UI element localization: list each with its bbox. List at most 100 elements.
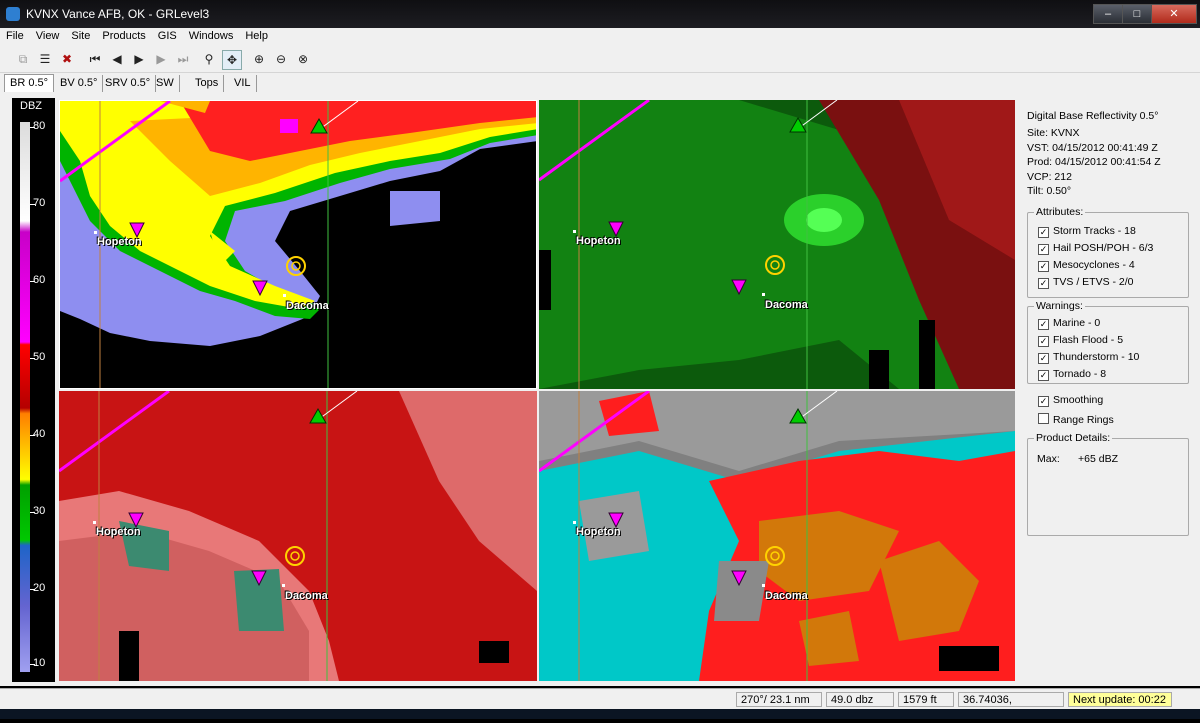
- zoom-in-icon[interactable]: ⊕: [250, 50, 268, 68]
- checkbox-checked-icon[interactable]: ✓: [1038, 227, 1049, 238]
- tilt-info: Tilt: 0.50°: [1027, 185, 1072, 197]
- product-details-title: Product Details:: [1034, 432, 1113, 444]
- status-dbz: 49.0 dbz: [826, 692, 894, 707]
- zoom-icon[interactable]: ⚲: [200, 50, 218, 68]
- warnings-group: Warnings: ✓ Marine - 0 ✓ Flash Flood - 5 ✓…: [1027, 300, 1189, 384]
- first-frame-icon[interactable]: ⏮: [86, 50, 104, 68]
- last-frame-icon[interactable]: ⏭: [174, 50, 192, 68]
- radar-panel-velocity[interactable]: Hopeton Dacoma: [539, 100, 1015, 389]
- city-label: Dacoma: [765, 590, 808, 602]
- attributes-group: Attributes: ✓ Storm Tracks - 18 ✓ Hail POS…: [1027, 206, 1189, 298]
- info-sidebar: Digital Base Reflectivity 0.5° Site: KVN…: [1020, 100, 1190, 680]
- menu-products[interactable]: Products: [96, 28, 151, 44]
- menu-bar: File View Site Products GIS Windows Help: [0, 28, 1200, 46]
- toolbar: ⧉ ☰ ✖ ⏮ ◀ ▶ ▶ ⏭ ⚲ ✥ ⊕ ⊖ ⊗: [0, 46, 1200, 73]
- product-name: Digital Base Reflectivity 0.5°: [1027, 110, 1159, 122]
- attributes-title: Attributes:: [1034, 206, 1086, 218]
- attr-hail[interactable]: ✓ Hail POSH/POH - 6/3: [1038, 242, 1153, 255]
- tab-br[interactable]: BR 0.5°: [4, 74, 55, 92]
- window-title: KVNX Vance AFB, OK - GRLevel3: [26, 7, 210, 21]
- warnings-title: Warnings:: [1034, 300, 1085, 312]
- radar-panel-srv[interactable]: Hopeton Dacoma: [59, 391, 537, 681]
- tab-vil[interactable]: VIL: [229, 75, 257, 92]
- vst-info: VST: 04/15/2012 00:41:49 Z: [1027, 142, 1158, 154]
- checkbox-checked-icon[interactable]: ✓: [1038, 396, 1049, 407]
- play-icon[interactable]: ▶: [130, 50, 148, 68]
- radar-panel-reflectivity[interactable]: Hopeton Dacoma: [59, 100, 537, 389]
- range-rings-checkbox[interactable]: Range Rings: [1038, 413, 1114, 426]
- prev-frame-icon[interactable]: ◀: [108, 50, 126, 68]
- menu-gis[interactable]: GIS: [152, 28, 183, 44]
- warn-thunderstorm[interactable]: ✓ Thunderstorm - 10: [1038, 351, 1139, 364]
- smoothing-checkbox[interactable]: ✓ Smoothing: [1038, 394, 1103, 407]
- attr-mesocyclones[interactable]: ✓ Mesocyclones - 4: [1038, 259, 1135, 272]
- legend-tick: 40: [33, 428, 46, 440]
- zoom-out-icon[interactable]: ⊖: [272, 50, 290, 68]
- app-icon: [6, 7, 20, 21]
- attr-storm-tracks[interactable]: ✓ Storm Tracks - 18: [1038, 225, 1136, 238]
- warn-flash-flood[interactable]: ✓ Flash Flood - 5: [1038, 334, 1123, 347]
- legend-tick: 50: [33, 351, 46, 363]
- copy-icon[interactable]: ⧉: [14, 50, 32, 68]
- legend-tick: 20: [33, 582, 46, 594]
- status-coords: 36.74036, -98.60820: [958, 692, 1064, 721]
- checkbox-checked-icon[interactable]: ✓: [1038, 278, 1049, 289]
- minimize-button[interactable]: –: [1093, 4, 1123, 24]
- checkbox-checked-icon[interactable]: ✓: [1038, 319, 1049, 330]
- max-value: +65 dBZ: [1078, 453, 1118, 465]
- checkbox-unchecked-icon[interactable]: [1038, 413, 1049, 424]
- site-info: Site: KVNX: [1027, 127, 1080, 139]
- zoom-reset-icon[interactable]: ⊗: [294, 50, 312, 68]
- menu-site[interactable]: Site: [65, 28, 96, 44]
- menu-help[interactable]: Help: [239, 28, 274, 44]
- color-legend-unit: DBZ: [20, 100, 42, 112]
- menu-view[interactable]: View: [30, 28, 66, 44]
- pan-icon[interactable]: ✥: [222, 50, 242, 70]
- checkbox-checked-icon[interactable]: ✓: [1038, 261, 1049, 272]
- close-button[interactable]: ✕: [1151, 4, 1197, 24]
- city-label: Dacoma: [285, 590, 328, 602]
- status-next-update: Next update: 00:22: [1068, 692, 1172, 707]
- menu-file[interactable]: File: [0, 28, 30, 44]
- next-frame-icon[interactable]: ▶: [152, 50, 170, 68]
- menu-windows[interactable]: Windows: [183, 28, 240, 44]
- paste-icon[interactable]: ☰: [36, 50, 54, 68]
- color-legend-strip: [20, 122, 30, 672]
- tab-bv[interactable]: BV 0.5°: [55, 75, 104, 92]
- status-height: 1579 ft: [898, 692, 954, 707]
- product-details-group: Product Details: Max: +65 dBZ: [1027, 432, 1189, 536]
- legend-tick: 80: [33, 120, 46, 132]
- max-label: Max:: [1037, 453, 1060, 465]
- city-label: Hopeton: [97, 236, 142, 248]
- city-label: Hopeton: [576, 235, 621, 247]
- city-label: Dacoma: [765, 299, 808, 311]
- city-label: Hopeton: [96, 526, 141, 538]
- warn-marine[interactable]: ✓ Marine - 0: [1038, 317, 1100, 330]
- legend-tick: 70: [33, 197, 46, 209]
- taskbar: [0, 709, 1200, 719]
- radar-panel-spectrum-width[interactable]: Hopeton Dacoma: [539, 391, 1015, 681]
- tab-sw[interactable]: SW: [151, 75, 180, 92]
- title-bar: KVNX Vance AFB, OK - GRLevel3 – □ ✕: [0, 0, 1200, 28]
- legend-tick: 10: [33, 657, 46, 669]
- attr-tvs[interactable]: ✓ TVS / ETVS - 2/0: [1038, 276, 1134, 289]
- legend-tick: 60: [33, 274, 46, 286]
- checkbox-checked-icon[interactable]: ✓: [1038, 370, 1049, 381]
- status-azimuth: 270°/ 23.1 nm: [736, 692, 822, 707]
- maximize-button[interactable]: □: [1122, 4, 1152, 24]
- tab-srv[interactable]: SRV 0.5°: [100, 75, 157, 92]
- city-label: Dacoma: [286, 300, 329, 312]
- status-bar: 270°/ 23.1 nm 49.0 dbz 1579 ft 36.74036,…: [0, 688, 1200, 721]
- vcp-info: VCP: 212: [1027, 171, 1072, 183]
- product-tabs: BR 0.5° BV 0.5° SRV 0.5° SW Tops VIL: [0, 73, 1200, 95]
- color-legend: DBZ 80 70 60 50 40 30 20 10: [12, 98, 55, 682]
- checkbox-checked-icon[interactable]: ✓: [1038, 336, 1049, 347]
- warn-tornado[interactable]: ✓ Tornado - 8: [1038, 368, 1106, 381]
- tab-tops[interactable]: Tops: [190, 75, 225, 92]
- delete-icon[interactable]: ✖: [58, 50, 76, 68]
- legend-tick: 30: [33, 505, 46, 517]
- city-label: Hopeton: [576, 526, 621, 538]
- prod-info: Prod: 04/15/2012 00:41:54 Z: [1027, 156, 1161, 168]
- checkbox-checked-icon[interactable]: ✓: [1038, 244, 1049, 255]
- checkbox-checked-icon[interactable]: ✓: [1038, 353, 1049, 364]
